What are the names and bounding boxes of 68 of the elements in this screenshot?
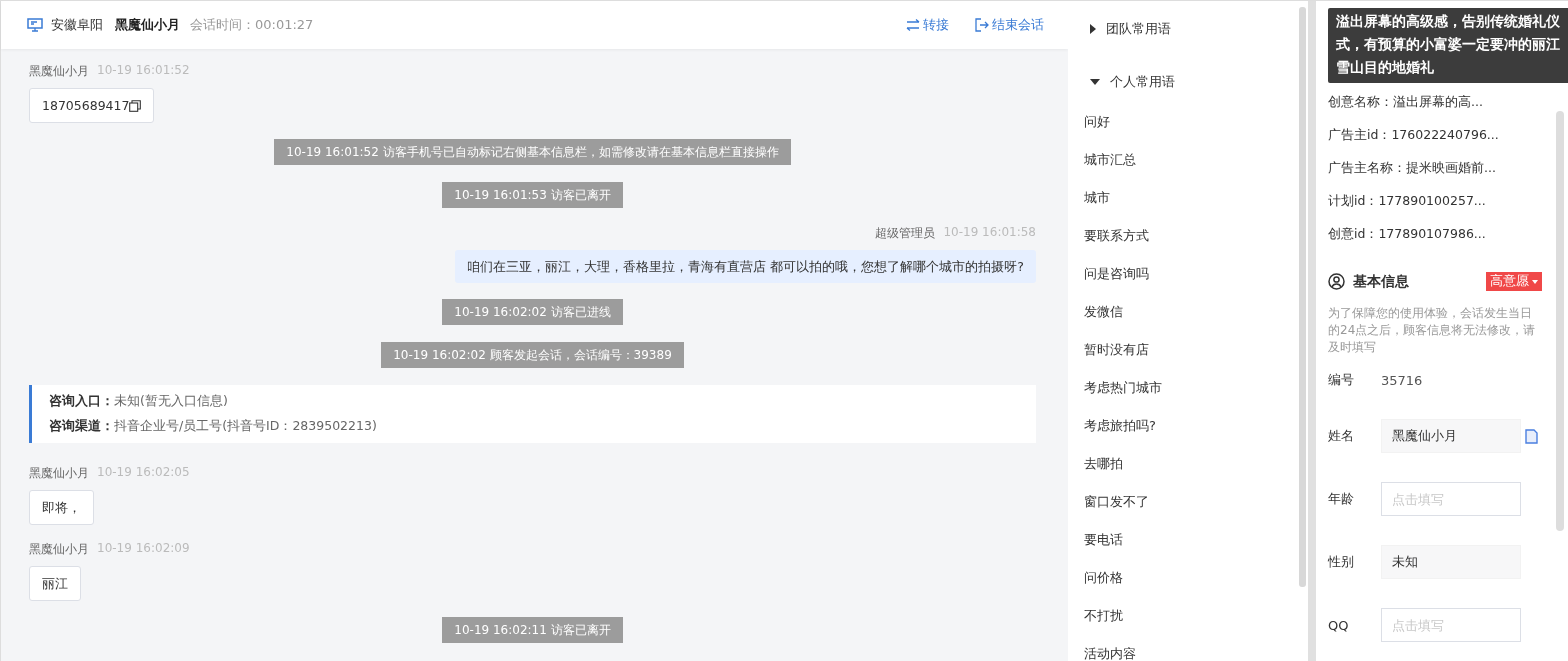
session-duration: 会话时间：00:01:27 bbox=[190, 16, 314, 34]
info-value: 抖音企业号/员工号(抖音号ID：2839502213) bbox=[114, 418, 377, 433]
sender-name: 黑魔仙小月 bbox=[29, 63, 89, 80]
phrase-item[interactable]: 问价格 bbox=[1084, 559, 1299, 597]
input-field[interactable]: 未知 bbox=[1381, 545, 1521, 579]
phrase-item[interactable]: 去哪拍 bbox=[1084, 445, 1299, 483]
field-label: 年龄 bbox=[1328, 490, 1355, 508]
field-label: QQ bbox=[1328, 617, 1350, 633]
system-notice: 10-19 16:01:53 访客已离开 bbox=[442, 182, 623, 208]
ad-info-row-text: 计划id：177890100257... bbox=[1328, 192, 1487, 210]
message-bubble: 丽江 bbox=[29, 566, 81, 601]
phrase-group[interactable]: 团队常用语 bbox=[1084, 19, 1299, 39]
intent-tag-dropdown[interactable]: 高意愿 bbox=[1486, 272, 1542, 291]
tooltip: 溢出屏幕的高级感，告别传统婚礼仪式，有预算的小富婆一定要冲的丽江雪山目的地婚礼 bbox=[1328, 8, 1568, 83]
end-session-button[interactable]: 结束会话 bbox=[975, 16, 1044, 34]
user-icon bbox=[1328, 273, 1345, 290]
phrase-item[interactable]: 活动内容 bbox=[1084, 635, 1299, 661]
exit-icon bbox=[975, 18, 989, 32]
field-label: 编号 bbox=[1328, 371, 1355, 389]
info-label: 咨询渠道： bbox=[49, 418, 114, 433]
phrase-item[interactable]: 城市汇总 bbox=[1084, 141, 1299, 179]
sender-name: 黑魔仙小月 bbox=[29, 465, 89, 482]
phrase-item[interactable]: 不打扰 bbox=[1084, 597, 1299, 635]
phrase-item[interactable]: 考虑热门城市 bbox=[1084, 369, 1299, 407]
message-bubble: 咱们在三亚，丽江，大理，香格里拉，青海有直营店 都可以拍的哦，您想了解哪个城市的拍摄呀? bbox=[455, 250, 1036, 283]
sender-name: 超级管理员 bbox=[875, 225, 936, 242]
phrase-item[interactable]: 暂时没有店 bbox=[1084, 331, 1299, 369]
sender-name: 黑魔仙小月 bbox=[29, 541, 89, 558]
ad-info-row-text: 广告主id：176022240796... bbox=[1328, 126, 1500, 144]
system-notice: 10-19 16:02:11 访客已离开 bbox=[442, 617, 623, 643]
phrase-item[interactable]: 问是咨询吗 bbox=[1084, 255, 1299, 293]
phrase-item[interactable]: 城市 bbox=[1084, 179, 1299, 217]
message-bubble: 即将， bbox=[29, 490, 94, 525]
phrase-item[interactable]: 发微信 bbox=[1084, 293, 1299, 331]
scrollbar[interactable] bbox=[1299, 7, 1306, 587]
message-bubble: 18705689417 bbox=[29, 88, 155, 123]
message-time: 10-19 16:01:52 bbox=[97, 63, 190, 79]
phrase-item[interactable]: 要联系方式 bbox=[1084, 217, 1299, 255]
ad-info-row-text: 创意名称：溢出屏幕的高... bbox=[1328, 93, 1484, 111]
phrase-item[interactable]: 要电话 bbox=[1084, 521, 1299, 559]
section-title: 基本信息 bbox=[1353, 272, 1409, 291]
copy-icon[interactable] bbox=[129, 99, 142, 112]
swap-arrows-icon bbox=[906, 19, 920, 31]
visitor-name: 黑魔仙小月 bbox=[115, 16, 180, 34]
info-value: 未知(暂无入口信息) bbox=[114, 393, 228, 408]
visitor-location: 安徽阜阳 bbox=[51, 16, 103, 34]
message-time: 10-19 16:02:05 bbox=[97, 465, 190, 481]
system-notice: 10-19 16:02:02 访客已进线 bbox=[442, 299, 623, 325]
copy-icon[interactable] bbox=[1525, 428, 1538, 444]
system-notice: 10-19 16:01:52 访客手机号已自动标记右侧基本信息栏，如需修改请在基本信息栏直接操作 bbox=[274, 139, 791, 165]
field-label: 姓名 bbox=[1328, 427, 1355, 445]
transfer-button[interactable]: 转接 bbox=[906, 16, 949, 34]
system-notice: 10-19 16:02:02 顾客发起会话，会话编号：39389 bbox=[381, 342, 684, 368]
phrase-item[interactable]: 问好 bbox=[1084, 103, 1299, 141]
ad-info-row-text: 创意id：177890107986... bbox=[1328, 225, 1487, 243]
input-field[interactable]: 黑魔仙小月 bbox=[1381, 419, 1521, 453]
message-time: 10-19 16:02:09 bbox=[97, 541, 190, 557]
info-label: 咨询入口： bbox=[49, 393, 114, 408]
phrase-group[interactable]: 个人常用语 bbox=[1084, 72, 1299, 92]
scrollbar[interactable] bbox=[1556, 111, 1564, 531]
ad-info-row-text: 广告主名称：提米映画婚前... bbox=[1328, 159, 1497, 177]
field-label: 性别 bbox=[1328, 553, 1355, 571]
monitor-icon bbox=[27, 18, 43, 32]
phrase-item[interactable]: 考虑旅拍吗? bbox=[1084, 407, 1299, 445]
phrase-item[interactable]: 窗口发不了 bbox=[1084, 483, 1299, 521]
customer-number: 35716 bbox=[1381, 372, 1423, 388]
message-time: 10-19 16:01:58 bbox=[943, 225, 1036, 241]
info-note: 为了保障您的使用体验，会话发生当日的24点之后，顾客信息将无法修改，请及时填写 bbox=[1328, 305, 1537, 356]
